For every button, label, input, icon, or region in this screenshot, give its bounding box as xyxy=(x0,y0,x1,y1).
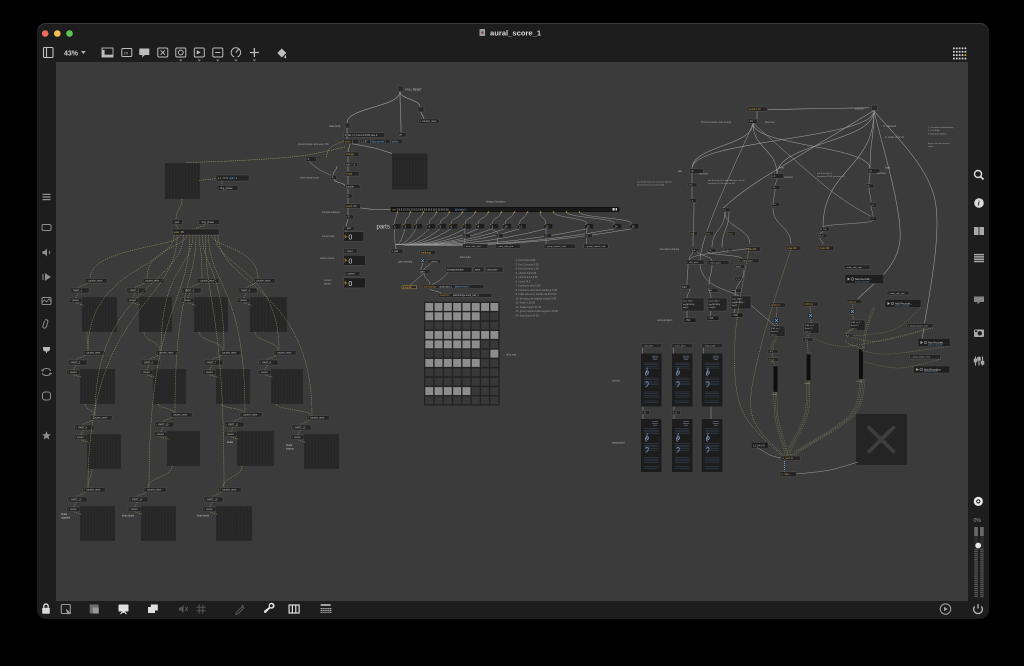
svg-text:aural_score_1: aural_score_1 xyxy=(490,29,542,38)
svg-text:0%: 0% xyxy=(973,518,981,524)
svg-text:43%: 43% xyxy=(64,51,79,58)
svg-text:m: m xyxy=(124,50,128,55)
svg-text:i: i xyxy=(977,199,979,207)
